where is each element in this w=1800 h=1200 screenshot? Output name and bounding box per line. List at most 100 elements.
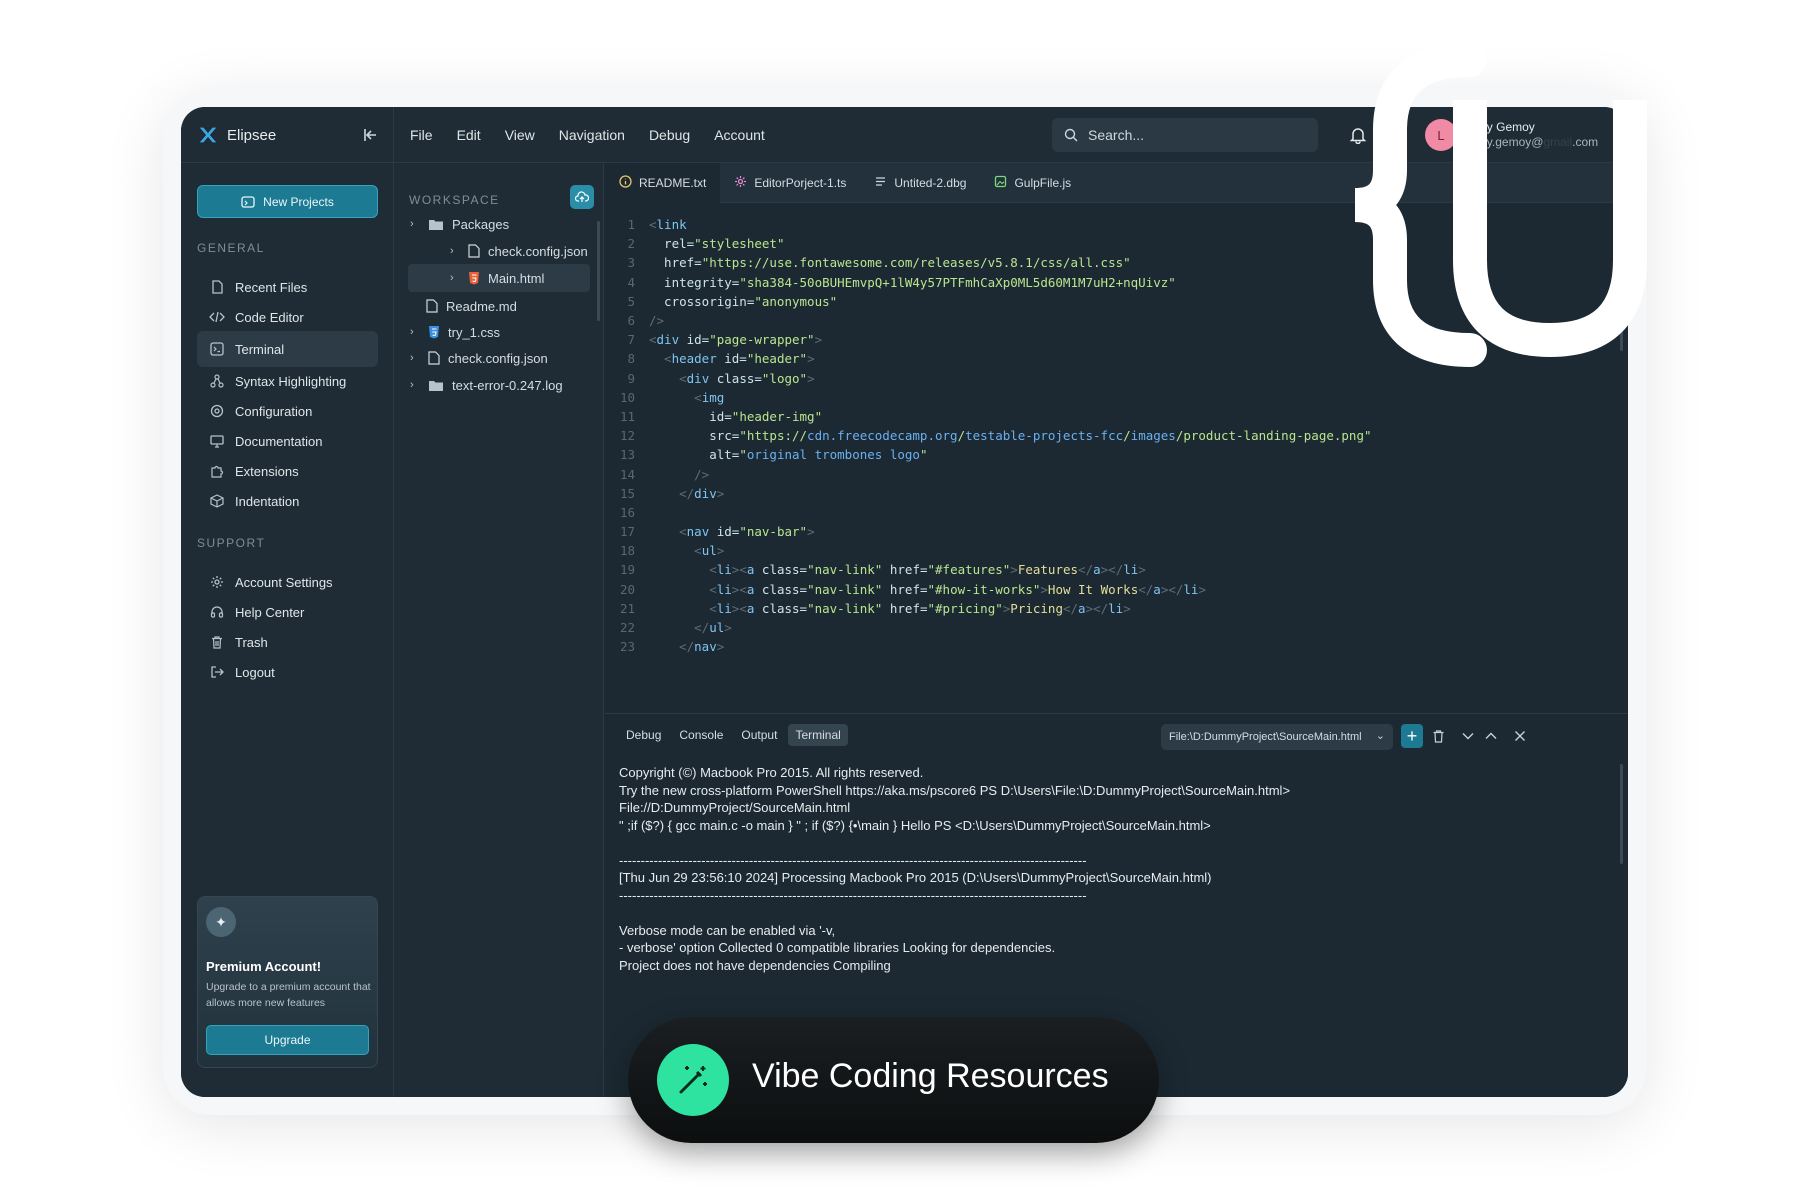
sidebar-item-logout[interactable]: Logout — [197, 654, 378, 690]
sidebar-item-label: Extensions — [235, 463, 299, 479]
path-select[interactable]: File:\D:DummyProject\SourceMain.html ⌄ — [1161, 724, 1393, 750]
tree-item-packages[interactable]: › Packages — [410, 210, 509, 238]
terminal-icon — [209, 341, 225, 357]
chevron-down-icon[interactable] — [1457, 724, 1479, 748]
user-profile[interactable]: L Luffy Gemoy Luffy.gemoy@gmail.com — [1425, 119, 1598, 151]
code-line: 2 rel= "stylesheet" — [627, 236, 785, 252]
tab-untited[interactable]: Untited-2.dbg — [860, 163, 980, 203]
tab-readme[interactable]: README.txt — [605, 162, 721, 203]
add-terminal-icon[interactable]: + — [1401, 724, 1423, 748]
menu-edit[interactable]: Edit — [457, 127, 481, 143]
terminal-line: Project does not have dependencies Compi… — [619, 957, 891, 973]
chevron-up-icon[interactable] — [1480, 724, 1502, 748]
file-icon — [428, 351, 440, 365]
user-email: Luffy.gemoy@gmail.com — [1467, 135, 1599, 149]
divider — [1394, 107, 1395, 163]
puzzle-icon — [209, 463, 225, 479]
tab-label: README.txt — [639, 175, 707, 190]
sidebar-item-code-editor[interactable]: Code Editor — [197, 299, 378, 335]
trash-icon — [209, 634, 225, 650]
code-line: 22 </ul > — [619, 620, 732, 636]
scrollbar[interactable] — [1620, 251, 1623, 351]
gear-icon — [209, 574, 225, 590]
search-input[interactable]: Search... — [1052, 118, 1318, 152]
image-icon — [994, 175, 1007, 191]
code-line: 6/> — [627, 313, 665, 329]
file-explorer: WORKSPACE › Packages › check.config.json… — [394, 163, 604, 1097]
avatar: L — [1425, 119, 1457, 151]
tree-item-try-css[interactable]: › try_1.css — [410, 318, 500, 346]
bell-icon[interactable] — [1346, 123, 1370, 147]
new-projects-button[interactable]: New Projects — [197, 185, 378, 218]
user-name: Luffy Gemoy — [1467, 120, 1535, 134]
scrollbar[interactable] — [597, 221, 600, 321]
promo-badge[interactable]: Vibe Coding Resources — [628, 1017, 1159, 1143]
code-line: 15 </div > — [619, 485, 725, 501]
brand[interactable]: Elipsee — [197, 107, 276, 163]
upgrade-button[interactable]: Upgrade — [206, 1025, 369, 1055]
folder-icon — [429, 380, 443, 391]
code-editor[interactable]: 1 < link 2 rel= "stylesheet" 3 href= "https:… — [605, 203, 1628, 713]
settings-icon — [209, 403, 225, 419]
sidebar-item-indentation[interactable]: Indentation — [197, 483, 378, 519]
tree-item-readme[interactable]: Readme.md — [426, 292, 517, 320]
tab-terminal[interactable]: Terminal — [788, 724, 848, 746]
tab-console[interactable]: Console — [672, 724, 730, 746]
sparkle-icon: ✦ — [206, 907, 236, 937]
code-line: 3 href= "https://use.fontawesome.com/rele… — [627, 255, 1131, 271]
code-line: 17 < nav id= "nav-bar" > — [619, 524, 815, 540]
tree-item-check-config-2[interactable]: › check.config.json — [410, 344, 548, 372]
scrollbar[interactable] — [1620, 764, 1623, 864]
tab-output[interactable]: Output — [734, 724, 784, 746]
terminal-line: [Thu Jun 29 23:56:10 2024] Processing Ma… — [619, 870, 1212, 886]
badge-label: Vibe Coding Resources — [752, 1057, 1109, 1095]
sidebar-item-label: Terminal — [235, 341, 285, 357]
chevron-right-icon: › — [410, 326, 414, 338]
section-general-title: GENERAL — [197, 241, 265, 255]
tree-item-main-html[interactable]: › Main.html — [408, 264, 590, 292]
premium-description: Upgrade to a premium account that allows… — [206, 981, 371, 1009]
html5-icon — [469, 272, 479, 285]
menu-navigation[interactable]: Navigation — [559, 127, 625, 143]
code-icon — [209, 309, 225, 325]
sidebar-item-terminal[interactable]: Terminal — [197, 331, 378, 367]
nodes-icon — [209, 373, 225, 389]
menu-debug[interactable]: Debug — [649, 127, 690, 143]
tab-gulpfile[interactable]: GulpFile.js — [980, 163, 1085, 203]
code-line: 5 crossorigin= "anonymous" — [627, 293, 838, 309]
tab-label: GulpFile.js — [1014, 175, 1072, 190]
info-icon — [619, 174, 632, 191]
project-icon — [241, 195, 255, 208]
code-line: 13 alt= " original trombones logo " — [619, 447, 928, 463]
terminal-line: ----------------------------------------… — [619, 852, 1087, 868]
path-select-value: File:\D:DummyProject\SourceMain.html — [1169, 731, 1362, 743]
terminal-line: Try the new cross-platform PowerShell ht… — [619, 782, 1291, 798]
menu-file[interactable]: File — [410, 127, 433, 143]
terminal-line: Verbose mode can be enabled via '-v, — [619, 922, 836, 938]
tab-debug[interactable]: Debug — [619, 724, 668, 746]
menu-view[interactable]: View — [505, 127, 535, 143]
sidebar-item-label: Trash — [235, 634, 268, 650]
collapse-sidebar-icon[interactable] — [361, 125, 381, 145]
tab-editor-project[interactable]: EditorPorject-1.ts — [720, 163, 860, 203]
tab-label: EditorPorject-1.ts — [754, 175, 847, 190]
sidebar-item-label: Documentation — [235, 433, 323, 449]
close-icon[interactable] — [1509, 724, 1531, 748]
menu-account[interactable]: Account — [714, 127, 765, 143]
panel-tabs: Debug Console Output Terminal — [619, 724, 848, 746]
search-icon — [1064, 128, 1078, 142]
tree-item-label: text-error-0.247.log — [452, 377, 563, 393]
code-line: 8 < header id= "header" > — [627, 351, 815, 367]
tree-item-error-log[interactable]: › text-error-0.247.log — [410, 371, 563, 399]
code-line: 7 < div id= "page-wrapper" > — [627, 332, 823, 348]
sidebar: New Projects GENERAL Recent Files Code E… — [181, 163, 394, 1097]
terminal-output[interactable]: Copyright (©) Macbook Pro 2015. All righ… — [619, 764, 1290, 974]
chevron-down-icon: ⌄ — [1375, 730, 1385, 742]
tree-item-check-config[interactable]: › check.config.json — [450, 237, 588, 265]
sidebar-item-label: Help Center — [235, 604, 305, 620]
code-line: 14 /> — [619, 466, 710, 482]
tree-item-label: try_1.css — [448, 324, 501, 340]
trash-icon[interactable] — [1427, 724, 1449, 748]
cloud-upload-icon[interactable] — [570, 185, 594, 209]
